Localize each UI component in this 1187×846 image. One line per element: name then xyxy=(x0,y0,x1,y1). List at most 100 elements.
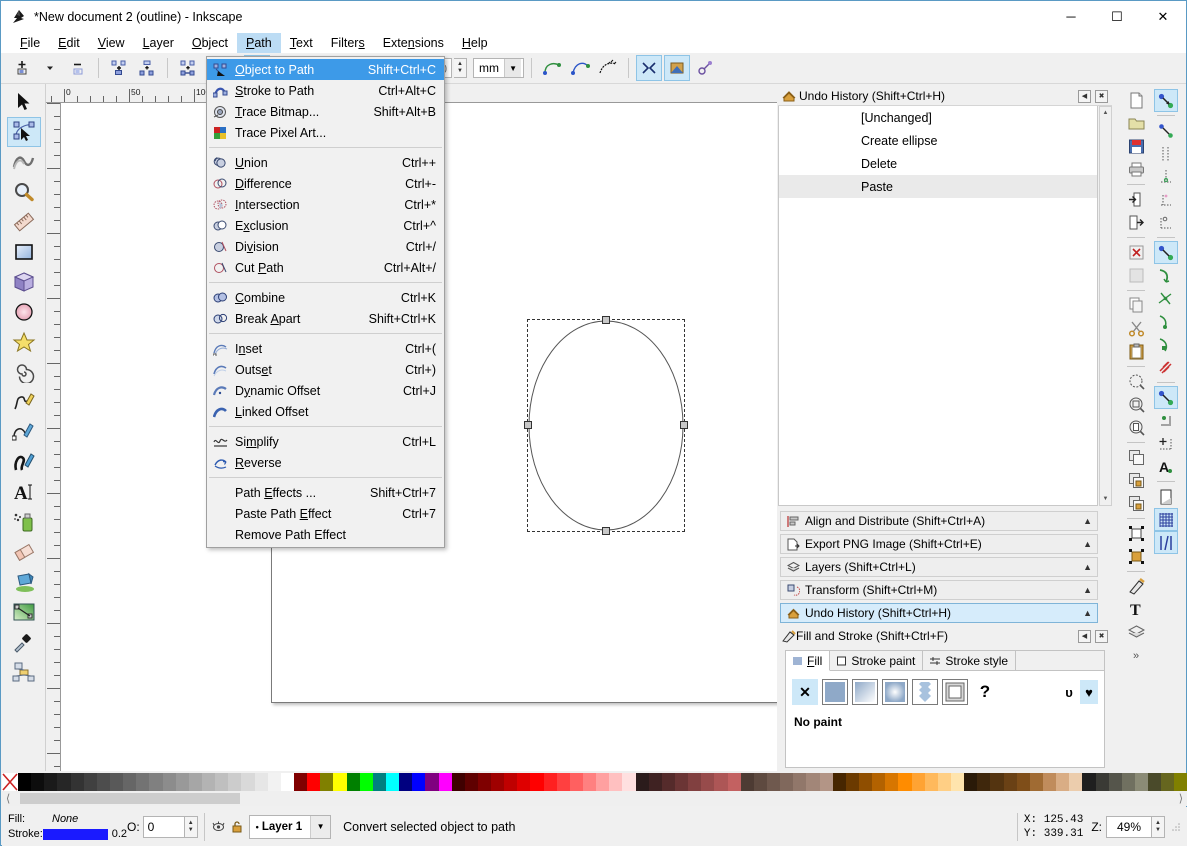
palette-swatch[interactable] xyxy=(307,773,321,791)
zoom-drawing-button[interactable] xyxy=(1124,393,1148,416)
menu-edit[interactable]: Edit xyxy=(49,33,89,53)
palette-swatch[interactable] xyxy=(530,773,544,791)
palette-swatch[interactable] xyxy=(688,773,702,791)
palette-swatch[interactable] xyxy=(320,773,334,791)
y-spinner[interactable]: ▲ ▼ xyxy=(454,58,468,78)
enable-snapping-button[interactable] xyxy=(1154,89,1178,112)
palette-swatch[interactable] xyxy=(188,773,202,791)
raise-to-top-button[interactable] xyxy=(1124,522,1148,545)
palette-swatch[interactable] xyxy=(109,773,124,791)
palette-swatch[interactable] xyxy=(793,773,807,791)
chevron-up-icon[interactable]: ▲ xyxy=(1083,516,1092,526)
menu-text[interactable]: Text xyxy=(281,33,322,53)
undo-history-list[interactable]: [Unchanged] Create ellipse Delete Paste xyxy=(778,106,1098,506)
palette-swatch[interactable] xyxy=(31,773,45,791)
opacity-input[interactable]: 0 xyxy=(142,815,185,838)
selection-bbox[interactable] xyxy=(524,316,688,535)
chevron-up-icon[interactable]: ▲ xyxy=(1083,585,1092,595)
eye-icon[interactable] xyxy=(211,820,226,833)
node-handle-bottom[interactable] xyxy=(602,527,610,535)
tab-stroke-paint[interactable]: Stroke paint xyxy=(830,651,924,670)
palette-swatch[interactable] xyxy=(70,773,84,791)
zoom-spinner[interactable]: ▲ ▼ xyxy=(1152,815,1165,838)
join-nodes-button[interactable] xyxy=(134,55,160,81)
menu-item-dynamic-offset[interactable]: Dynamic Offset Ctrl+J xyxy=(207,380,444,401)
node-handle-top[interactable] xyxy=(602,316,610,324)
unknown-paint-button[interactable]: ? xyxy=(972,679,998,705)
palette-swatch[interactable] xyxy=(596,773,610,791)
palette-swatch[interactable] xyxy=(898,773,912,791)
menu-help[interactable]: Help xyxy=(453,33,497,53)
bezier-tool[interactable] xyxy=(7,417,41,447)
palette-swatch[interactable] xyxy=(254,773,268,791)
vertical-ruler[interactable] xyxy=(46,103,61,771)
palette-swatch[interactable] xyxy=(215,773,229,791)
palette-swatch[interactable] xyxy=(556,773,570,791)
join-with-segment-button[interactable] xyxy=(175,55,201,81)
eraser-tool[interactable] xyxy=(7,537,41,567)
swatch-button[interactable] xyxy=(942,679,968,705)
save-document-button[interactable] xyxy=(1124,135,1148,158)
palette-swatch[interactable] xyxy=(885,773,899,791)
layers-dialog-button[interactable] xyxy=(1124,621,1148,644)
open-document-button[interactable] xyxy=(1124,112,1148,135)
edit-clip-paths-button[interactable] xyxy=(636,55,663,81)
palette-swatch[interactable] xyxy=(1161,773,1175,791)
snap-text-baseline-button[interactable]: A xyxy=(1154,455,1178,478)
palette-swatch[interactable] xyxy=(1121,773,1135,791)
calligraphy-tool[interactable] xyxy=(7,447,41,477)
scroll-down-icon[interactable]: ▼ xyxy=(1100,493,1111,505)
menu-item-trace-pixel-art[interactable]: Trace Pixel Art... xyxy=(207,122,444,143)
palette-swatch[interactable] xyxy=(504,773,518,791)
flat-color-button[interactable] xyxy=(822,679,848,705)
palette-swatch[interactable] xyxy=(819,773,833,791)
snap-bbox-corner-button[interactable] xyxy=(1154,165,1178,188)
palette-swatch[interactable] xyxy=(780,773,794,791)
snap-others-button[interactable] xyxy=(1154,386,1178,409)
palette-swatch[interactable] xyxy=(359,773,373,791)
selector-tool[interactable] xyxy=(7,87,41,117)
snap-midpoint-button[interactable] xyxy=(1154,356,1178,379)
palette-swatch[interactable] xyxy=(753,773,768,791)
palette-none-swatch[interactable] xyxy=(2,773,18,791)
menu-item-linked-offset[interactable]: Linked Offset xyxy=(207,401,444,422)
undo-history-item[interactable]: Delete xyxy=(779,152,1097,175)
palette-swatch[interactable] xyxy=(491,773,505,791)
palette-swatch[interactable] xyxy=(517,773,531,791)
no-paint-button[interactable]: ✕ xyxy=(792,679,818,705)
fill-stroke-indicator[interactable]: Fill: None Stroke: 0.2 xyxy=(2,812,127,842)
star-tool[interactable] xyxy=(7,327,41,357)
palette-swatch[interactable] xyxy=(675,773,689,791)
snap-path-button[interactable] xyxy=(1154,264,1178,287)
palette-scroll-right-icon[interactable]: ⟩ xyxy=(1179,792,1187,805)
menu-item-union[interactable]: Union Ctrl++ xyxy=(207,152,444,173)
palette-swatch[interactable] xyxy=(727,773,741,791)
palette-swatch[interactable] xyxy=(767,773,781,791)
palette-swatch[interactable] xyxy=(464,773,478,791)
palette-swatch[interactable] xyxy=(372,773,386,791)
menu-item-stroke-to-path[interactable]: Stroke to Path Ctrl+Alt+C xyxy=(207,80,444,101)
palette-swatch[interactable] xyxy=(1029,773,1043,791)
palette-swatch[interactable] xyxy=(477,773,492,791)
palette-swatch[interactable] xyxy=(911,773,925,791)
close-dialog-button[interactable]: ✖ xyxy=(1095,89,1108,103)
zoom-page-button[interactable] xyxy=(1124,416,1148,439)
node-handle-right[interactable] xyxy=(680,421,688,429)
show-bezier-handles-button[interactable] xyxy=(567,55,593,81)
palette-swatch[interactable] xyxy=(937,773,951,791)
palette-swatch[interactable] xyxy=(609,773,623,791)
paste-button[interactable] xyxy=(1124,340,1148,363)
palette-swatch[interactable] xyxy=(83,773,97,791)
dropper-tool[interactable] xyxy=(7,627,41,657)
dock-panel-layers[interactable]: Layers (Shift+Ctrl+L) ▲ xyxy=(780,557,1098,577)
palette-swatch[interactable] xyxy=(399,773,413,791)
minimize-button[interactable]: ─ xyxy=(1048,1,1094,32)
snap-page-border-button[interactable] xyxy=(1154,485,1178,508)
palette-swatch[interactable] xyxy=(451,773,465,791)
spray-tool[interactable] xyxy=(7,507,41,537)
palette-swatch[interactable] xyxy=(1134,773,1149,791)
fill-stroke-dialog-button[interactable] xyxy=(1124,575,1148,598)
palette-swatch[interactable] xyxy=(583,773,597,791)
break-path-button[interactable] xyxy=(106,55,132,81)
palette-swatch[interactable] xyxy=(872,773,886,791)
